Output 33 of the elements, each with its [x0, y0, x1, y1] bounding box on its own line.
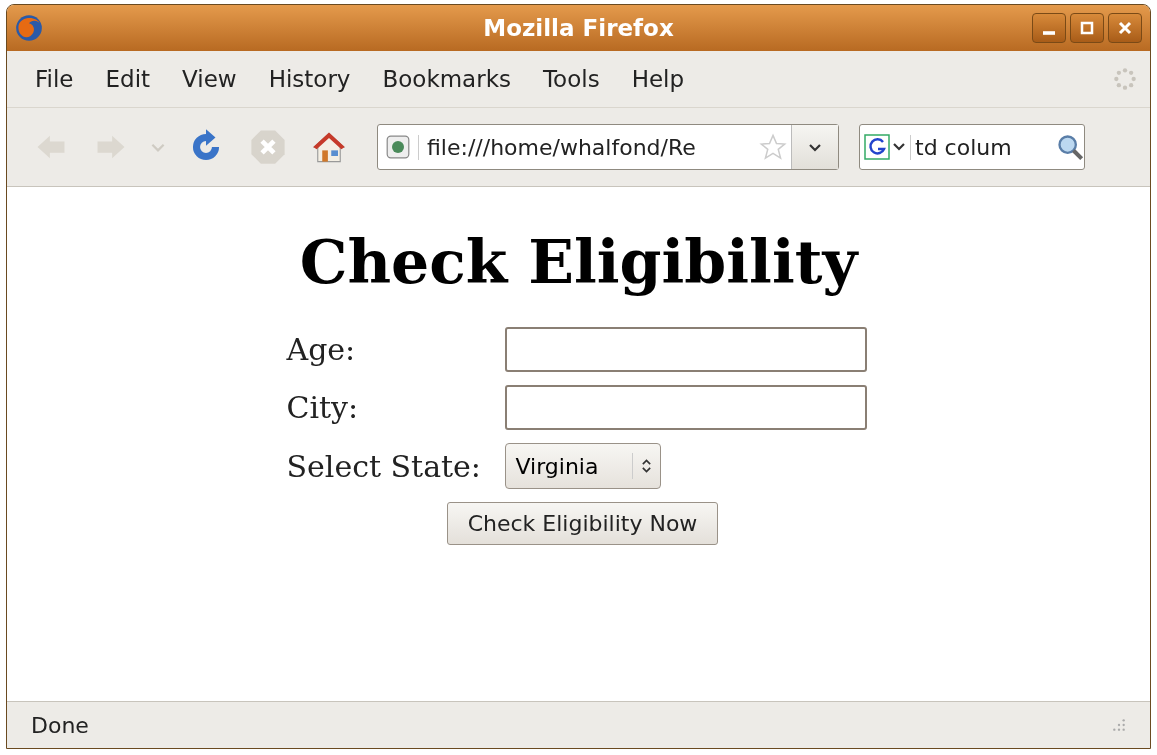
star-icon[interactable]: [759, 133, 787, 161]
up-down-arrows-icon: [640, 456, 652, 476]
input-field[interactable]: [504, 327, 867, 372]
field-label: City:: [286, 390, 360, 425]
field-label: Select State:: [286, 448, 482, 484]
firefox-icon: [15, 14, 43, 42]
input-field[interactable]: [504, 385, 867, 430]
state-select[interactable]: Virginia: [504, 443, 661, 489]
menu-item[interactable]: Edit: [89, 60, 167, 98]
search-field[interactable]: td colum: [859, 124, 1085, 170]
submit-button[interactable]: Check Eligibility Now: [446, 502, 719, 545]
page-heading: Check Eligibility: [298, 227, 860, 297]
address-field[interactable]: file:///home/whalfond/Re: [377, 124, 839, 170]
menu-item[interactable]: Help: [615, 60, 701, 98]
page-icon: [386, 135, 410, 159]
field-label: Age:: [286, 332, 357, 367]
minimize-icon: [1043, 31, 1055, 35]
search-icon[interactable]: [1056, 133, 1084, 161]
close-button[interactable]: [1108, 13, 1142, 43]
maximize-icon: [1079, 20, 1095, 36]
menu-item[interactable]: History: [252, 60, 367, 98]
minimize-button[interactable]: [1032, 13, 1066, 43]
menu-item[interactable]: View: [166, 60, 253, 98]
menu-item[interactable]: Tools: [526, 60, 616, 98]
menu-item[interactable]: File: [19, 60, 90, 98]
throbber-icon: [1112, 66, 1138, 92]
stop-icon: [249, 128, 287, 166]
close-icon: [1117, 20, 1133, 36]
window-title: Mozilla Firefox: [483, 15, 674, 41]
menu-item[interactable]: Bookmarks: [366, 60, 527, 98]
status-text: Done: [31, 712, 89, 738]
maximize-button[interactable]: [1070, 13, 1104, 43]
resize-grip-icon[interactable]: [1112, 718, 1126, 732]
